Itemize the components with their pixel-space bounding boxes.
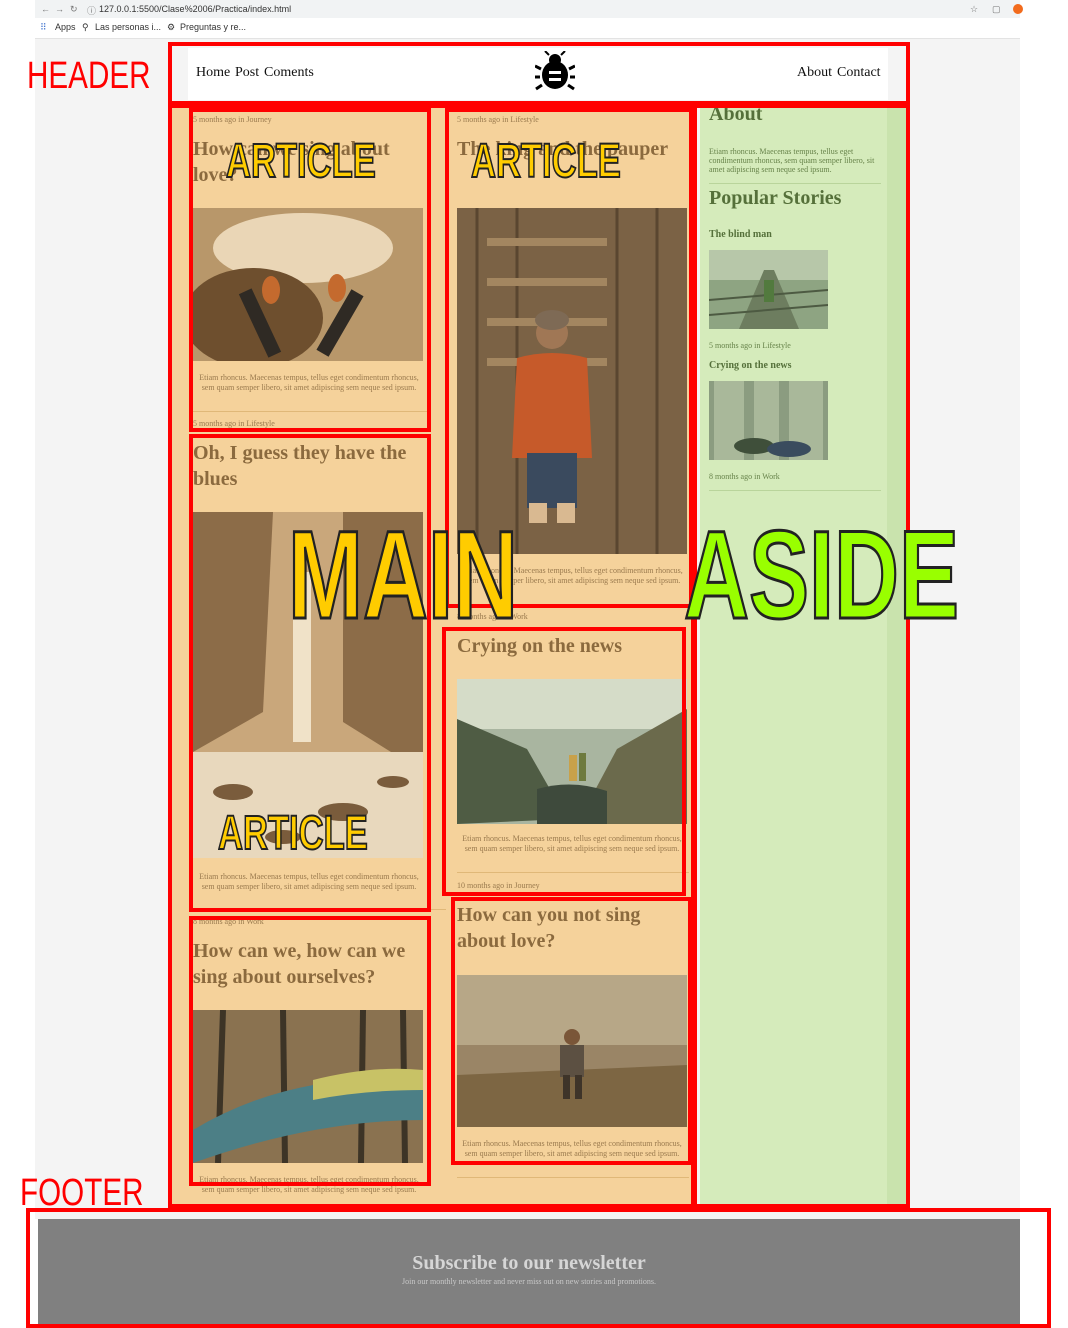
article-label: ARTICLE (470, 135, 621, 189)
star-icon[interactable]: ☆ (970, 4, 978, 15)
header-annotation-box (168, 42, 910, 105)
browser-toolbar: ← → ↻ ⓘ 127.0.0.1:5500/Clase%2006/Practi… (35, 0, 1023, 18)
extension-icon[interactable]: ▢ (992, 4, 1001, 15)
aside-annotation-box (693, 104, 910, 1208)
article-label: ARTICLE (217, 807, 368, 861)
forward-icon[interactable]: → (55, 4, 64, 14)
article-annotation-box (189, 916, 431, 1186)
info-icon[interactable]: ⓘ (87, 4, 96, 17)
bookmark-icon: ⚙ (167, 22, 176, 32)
article-annotation-box (451, 897, 692, 1165)
address-bar[interactable]: 127.0.0.1:5500/Clase%2006/Practica/index… (99, 4, 291, 14)
article-annotation-box (442, 627, 686, 896)
bookmark-icon: ⚲ (82, 22, 89, 32)
apps-grid-icon: ⠿ (40, 22, 47, 32)
reload-icon[interactable]: ↻ (70, 4, 78, 15)
profile-avatar[interactable] (1013, 4, 1023, 14)
bookmarks-bar: ⠿ Apps ⚲ Las personas i... ⚙ Preguntas y… (35, 18, 1020, 39)
aside-label: ASIDE (683, 506, 960, 645)
main-label: MAIN (287, 506, 519, 645)
bookmark-preguntas[interactable]: Preguntas y re... (180, 22, 246, 32)
footer-annotation-box (26, 1208, 1051, 1328)
footer-label: FOOTER (20, 1172, 144, 1214)
article-label: ARTICLE (225, 135, 376, 189)
bookmark-apps[interactable]: Apps (55, 22, 76, 32)
bookmark-las-personas[interactable]: Las personas i... (95, 22, 161, 32)
back-icon[interactable]: ← (41, 4, 50, 14)
header-label: HEADER (27, 55, 151, 97)
